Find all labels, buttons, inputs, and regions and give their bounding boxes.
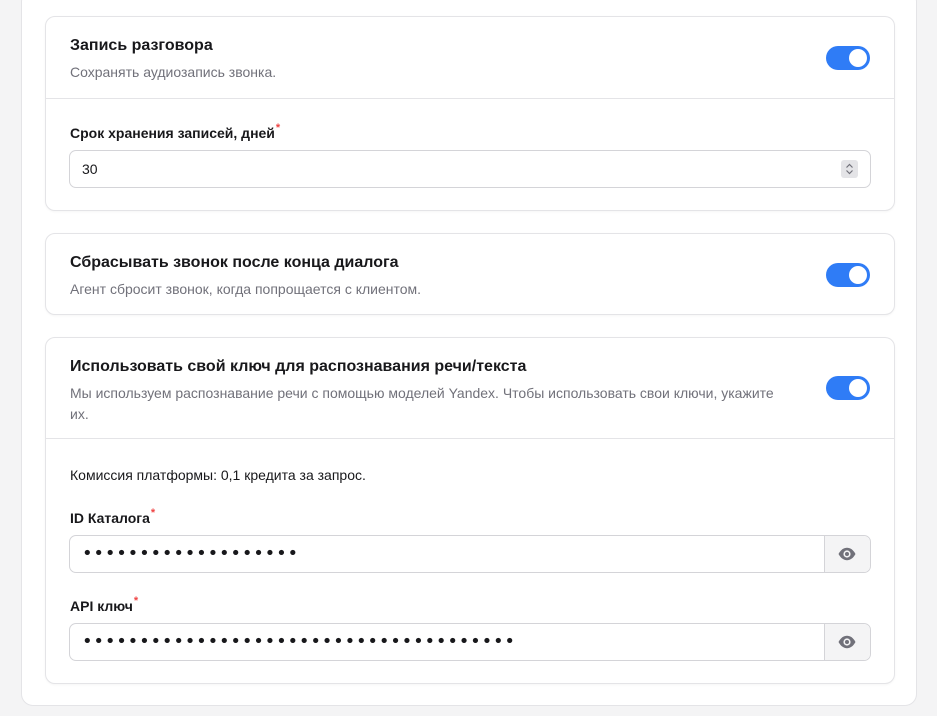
up-down-stepper-icon[interactable] <box>841 160 858 178</box>
eye-icon <box>838 547 856 561</box>
catalog-id-masked-value: ••••••••••••••••••• <box>82 543 299 564</box>
hangup-toggle[interactable] <box>826 263 870 287</box>
recording-description: Сохранять аудиозапись звонка. <box>70 64 277 80</box>
reveal-catalog-id-button[interactable] <box>824 536 870 572</box>
catalog-id-label-text: ID Каталога <box>70 510 150 526</box>
recording-toggle[interactable] <box>826 46 870 70</box>
retention-label-text: Срок хранения записей, дней <box>70 125 275 141</box>
custom-key-description: Мы используем распознавание речи с помощ… <box>70 385 774 422</box>
recording-title: Запись разговора <box>70 37 213 54</box>
commission-text: Комиссия платформы: 0,1 кредита за запро… <box>70 467 366 483</box>
api-key-label: API ключ* <box>70 595 139 614</box>
api-key-label-text: API ключ <box>70 598 133 614</box>
eye-icon <box>838 635 856 649</box>
required-marker: * <box>133 595 139 607</box>
recording-card: Запись разговора Сохранять аудиозапись з… <box>45 16 895 211</box>
required-marker: * <box>150 507 156 519</box>
toggle-knob <box>849 49 867 67</box>
retention-days-value: 30 <box>82 161 98 177</box>
hangup-description: Агент сбросит звонок, когда попрощается … <box>70 281 422 297</box>
custom-key-card: Использовать свой ключ для распознавания… <box>45 337 895 684</box>
catalog-id-input[interactable]: ••••••••••••••••••• <box>69 535 871 573</box>
reveal-api-key-button[interactable] <box>824 624 870 660</box>
divider <box>46 438 894 439</box>
retention-label: Срок хранения записей, дней* <box>70 122 281 141</box>
hangup-title: Сбрасывать звонок после конца диалога <box>70 254 399 271</box>
api-key-input[interactable]: •••••••••••••••••••••••••••••••••••••• <box>69 623 871 661</box>
toggle-knob <box>849 266 867 284</box>
divider <box>46 98 894 99</box>
hangup-card: Сбрасывать звонок после конца диалога Аг… <box>45 233 895 315</box>
retention-days-input[interactable]: 30 <box>69 150 871 188</box>
toggle-knob <box>849 379 867 397</box>
custom-key-title: Использовать свой ключ для распознавания… <box>70 358 527 375</box>
api-key-masked-value: •••••••••••••••••••••••••••••••••••••• <box>82 631 516 652</box>
required-marker: * <box>275 122 281 134</box>
custom-key-toggle[interactable] <box>826 376 870 400</box>
catalog-id-label: ID Каталога* <box>70 507 156 526</box>
